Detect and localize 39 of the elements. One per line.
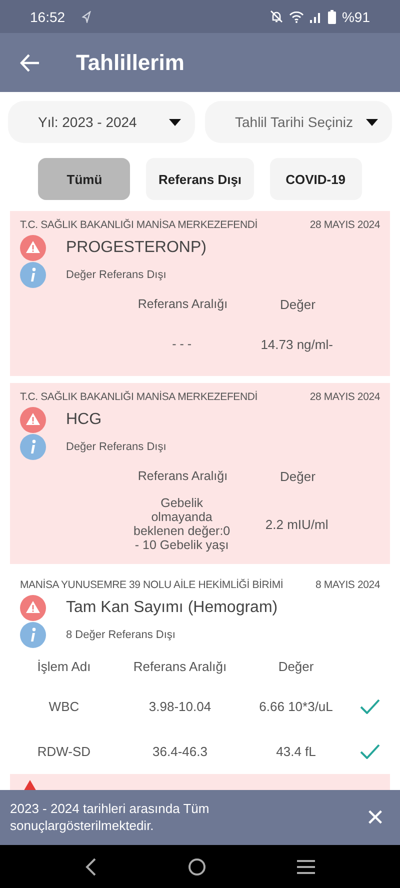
table-cell-text: - - -	[171, 337, 193, 351]
battery-level: %91	[342, 8, 370, 24]
institution-name: MANİSA YUNUSEMRE 39 NOLU AİLE HEKİMLİĞİ BİRİMİ	[20, 579, 284, 591]
out-of-range-note: Değer Referans Dışı	[66, 440, 166, 452]
column-header: Değer	[277, 658, 315, 674]
test-name: HCG	[66, 410, 102, 428]
column-header: Referans Aralığı	[136, 469, 229, 483]
table-cell-text: RDW-SD	[36, 744, 92, 759]
out-of-range-note: 8 Değer Referans Dışı	[66, 628, 176, 640]
column-header: Referans Aralığı	[136, 297, 229, 311]
column-header: Referans Aralığı	[132, 658, 228, 674]
table-cell-text: 36.4-46.3	[152, 744, 208, 759]
test-name: PROGESTERONP)	[66, 238, 206, 256]
snackbar-message: 2023 - 2024 tarihleri arasında Tüm sonuçlargösterilmektedir.	[10, 801, 210, 834]
column-header: İşlem Adı	[36, 658, 92, 674]
table-cell-text: 6.66 10*3/uL	[258, 699, 334, 714]
institution-name: T.C. SAĞLIK BAKANLIĞI MANİSA MERKEZEFENDİ	[20, 219, 258, 231]
institution-name: T.C. SAĞLIK BAKANLIĞI MANİSA MERKEZEFENDİ	[20, 391, 258, 403]
table-cell-text: 2.2 mIU/ml	[264, 516, 330, 532]
table-cell-text: WBC	[48, 699, 80, 714]
column-header: Değer	[279, 296, 316, 312]
test-name: Tam Kan Sayımı (Hemogram)	[66, 598, 278, 616]
result-date: 28 MAYIS 2024	[310, 219, 380, 231]
dropdown-field[interactable]: Yıl: 2023 - 2024	[8, 101, 195, 143]
table-cell-text: 14.73 ng/ml-	[260, 336, 334, 352]
status-time: 16:52	[30, 8, 66, 24]
dropdown-field[interactable]: Tahlil Tarihi Seçiniz	[205, 101, 392, 143]
table-cell-text: 3.98-10.04	[148, 699, 212, 714]
result-date: 28 MAYIS 2024	[310, 391, 380, 403]
column-header: Değer	[279, 468, 316, 484]
close-button[interactable]: ×	[362, 802, 388, 832]
result-date: 8 MAYIS 2024	[315, 579, 380, 591]
table-cell-text: Gebelik olmayanda beklenen değer:0 - 10 Gebelik yaşı	[132, 496, 232, 552]
table-cell-text: 43.4 fL	[275, 744, 317, 759]
page-title: Tahlillerim	[76, 50, 184, 76]
filter-tab[interactable]: Referans Dışı	[146, 158, 254, 200]
out-of-range-note: Değer Referans Dışı	[66, 268, 166, 280]
filter-tab[interactable]: COVID-19	[270, 158, 362, 200]
filter-tab[interactable]: Tümü	[38, 158, 130, 200]
